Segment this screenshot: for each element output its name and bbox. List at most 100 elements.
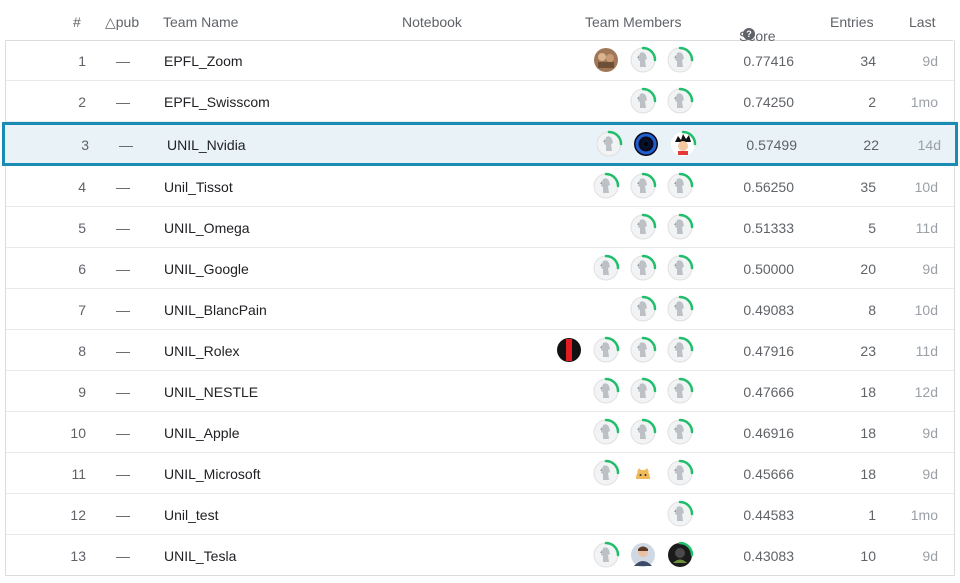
- default-avatar-icon[interactable]: [629, 213, 657, 241]
- leaderboard-row[interactable]: 13 — UNIL_Tesla 0.43083 10 9d: [6, 535, 954, 575]
- header-entries[interactable]: Entries: [830, 14, 874, 30]
- team-members: [546, 87, 694, 115]
- default-avatar-icon[interactable]: [666, 418, 694, 446]
- default-avatar-icon[interactable]: [666, 254, 694, 282]
- header-team-name[interactable]: Team Name: [163, 14, 238, 30]
- team-name-link[interactable]: EPFL_Zoom: [164, 53, 243, 69]
- row-score: 0.57499: [746, 137, 797, 153]
- default-avatar-icon[interactable]: [629, 377, 657, 405]
- default-avatar-icon[interactable]: [595, 130, 623, 158]
- row-rank: 11: [71, 466, 86, 482]
- leaderboard-row[interactable]: 7 — UNIL_BlancPain 0.49083 8 10d: [6, 289, 954, 330]
- row-score: 0.74250: [743, 94, 794, 110]
- team-members: [546, 336, 694, 364]
- row-rank: 13: [70, 548, 86, 564]
- default-avatar-icon[interactable]: [666, 500, 694, 528]
- dark-avatar-icon[interactable]: [666, 541, 694, 569]
- header-last[interactable]: Last: [909, 14, 935, 30]
- cat-avatar-icon[interactable]: [629, 459, 657, 487]
- leaderboard-row[interactable]: 1 — EPFL_Zoom 0.77416 34 9d: [6, 40, 954, 81]
- leaderboard-row[interactable]: 4 — Unil_Tissot 0.56250 35 10d: [6, 166, 954, 207]
- default-avatar-icon[interactable]: [629, 418, 657, 446]
- leaderboard-row[interactable]: 9 — UNIL_NESTLE 0.47666 18 12d: [6, 371, 954, 412]
- row-score: 0.47916: [743, 343, 794, 359]
- header-notebook[interactable]: Notebook: [402, 14, 462, 30]
- leaderboard-row[interactable]: 2 — EPFL_Swisscom 0.74250 2 1mo: [6, 81, 954, 122]
- row-entries: 20: [860, 261, 876, 277]
- leaderboard-row[interactable]: 6 — UNIL_Google 0.50000 20 9d: [6, 248, 954, 289]
- row-entries: 22: [863, 137, 879, 153]
- row-delta: —: [119, 137, 133, 153]
- row-entries: 18: [860, 384, 876, 400]
- team-members: [546, 541, 694, 569]
- default-avatar-icon[interactable]: [592, 336, 620, 364]
- team-name-link[interactable]: UNIL_Omega: [164, 220, 250, 236]
- header-rank[interactable]: #: [73, 14, 81, 30]
- team-name-link[interactable]: EPFL_Swisscom: [164, 94, 270, 110]
- person-avatar-icon[interactable]: [629, 541, 657, 569]
- row-entries: 5: [868, 220, 876, 236]
- default-avatar-icon[interactable]: [629, 46, 657, 74]
- team-name-link[interactable]: UNIL_Nvidia: [167, 137, 246, 153]
- header-team-members[interactable]: Team Members: [585, 14, 681, 30]
- row-last: 9d: [922, 53, 938, 69]
- team-name-link[interactable]: UNIL_Apple: [164, 425, 240, 441]
- team-name-link[interactable]: UNIL_Google: [164, 261, 249, 277]
- row-score: 0.46916: [743, 425, 794, 441]
- leaderboard-row[interactable]: 12 — Unil_test 0.44583 1 1mo: [6, 494, 954, 535]
- default-avatar-icon[interactable]: [666, 336, 694, 364]
- leaderboard-row[interactable]: 11 — UNIL_Microsoft 0.45666 18 9d: [6, 453, 954, 494]
- leaderboard-row[interactable]: 3 — UNIL_Nvidia 0.57499 22 14d: [2, 122, 958, 166]
- team-name-link[interactable]: Unil_Tissot: [164, 179, 233, 195]
- vortex-avatar-icon[interactable]: [632, 130, 660, 158]
- row-delta: —: [116, 179, 130, 195]
- row-last: 11d: [915, 343, 938, 359]
- default-avatar-icon[interactable]: [629, 87, 657, 115]
- team-name-link[interactable]: UNIL_NESTLE: [164, 384, 258, 400]
- team-members: [546, 418, 694, 446]
- default-avatar-icon[interactable]: [592, 459, 620, 487]
- default-avatar-icon[interactable]: [666, 172, 694, 200]
- default-avatar-icon[interactable]: [666, 213, 694, 241]
- row-entries: 35: [860, 179, 876, 195]
- row-rank: 12: [70, 507, 86, 523]
- row-score: 0.51333: [743, 220, 794, 236]
- default-avatar-icon[interactable]: [629, 172, 657, 200]
- cartoon-avatar-icon[interactable]: [669, 130, 697, 158]
- default-avatar-icon[interactable]: [592, 418, 620, 446]
- default-avatar-icon[interactable]: [666, 46, 694, 74]
- default-avatar-icon[interactable]: [629, 254, 657, 282]
- default-avatar-icon[interactable]: [666, 459, 694, 487]
- row-delta: —: [116, 343, 130, 359]
- team-name-link[interactable]: Unil_test: [164, 507, 218, 523]
- default-avatar-icon[interactable]: [666, 87, 694, 115]
- default-avatar-icon[interactable]: [592, 377, 620, 405]
- row-score: 0.43083: [743, 548, 794, 564]
- default-avatar-icon[interactable]: [629, 336, 657, 364]
- default-avatar-icon[interactable]: [666, 377, 694, 405]
- team-name-link[interactable]: UNIL_Rolex: [164, 343, 239, 359]
- leaderboard-row[interactable]: 8 — UNIL_Rolex 0.47916 23 11d: [6, 330, 954, 371]
- photo-avatar-icon[interactable]: [592, 46, 620, 74]
- leaderboard-row[interactable]: 10 — UNIL_Apple 0.46916 18 9d: [6, 412, 954, 453]
- default-avatar-icon[interactable]: [629, 295, 657, 323]
- row-rank: 3: [81, 137, 89, 153]
- header-delta[interactable]: △pub: [105, 14, 139, 31]
- team-name-link[interactable]: UNIL_Microsoft: [164, 466, 260, 482]
- row-last: 10d: [914, 302, 938, 318]
- default-avatar-icon[interactable]: [592, 541, 620, 569]
- row-rank: 10: [70, 425, 86, 441]
- row-delta: —: [116, 466, 130, 482]
- default-avatar-icon[interactable]: [592, 254, 620, 282]
- default-avatar-icon[interactable]: [592, 172, 620, 200]
- leaderboard-row[interactable]: 5 — UNIL_Omega 0.51333 5 11d: [6, 207, 954, 248]
- row-entries: 18: [860, 466, 876, 482]
- team-name-link[interactable]: UNIL_BlancPain: [164, 302, 267, 318]
- leaderboard-header: # △pub Team Name Notebook Team Members S…: [5, 0, 953, 44]
- help-icon[interactable]: ?: [743, 28, 755, 40]
- row-delta: —: [116, 548, 130, 564]
- row-entries: 2: [868, 94, 876, 110]
- red-stripe-avatar-icon[interactable]: [555, 336, 583, 364]
- team-name-link[interactable]: UNIL_Tesla: [164, 548, 236, 564]
- default-avatar-icon[interactable]: [666, 295, 694, 323]
